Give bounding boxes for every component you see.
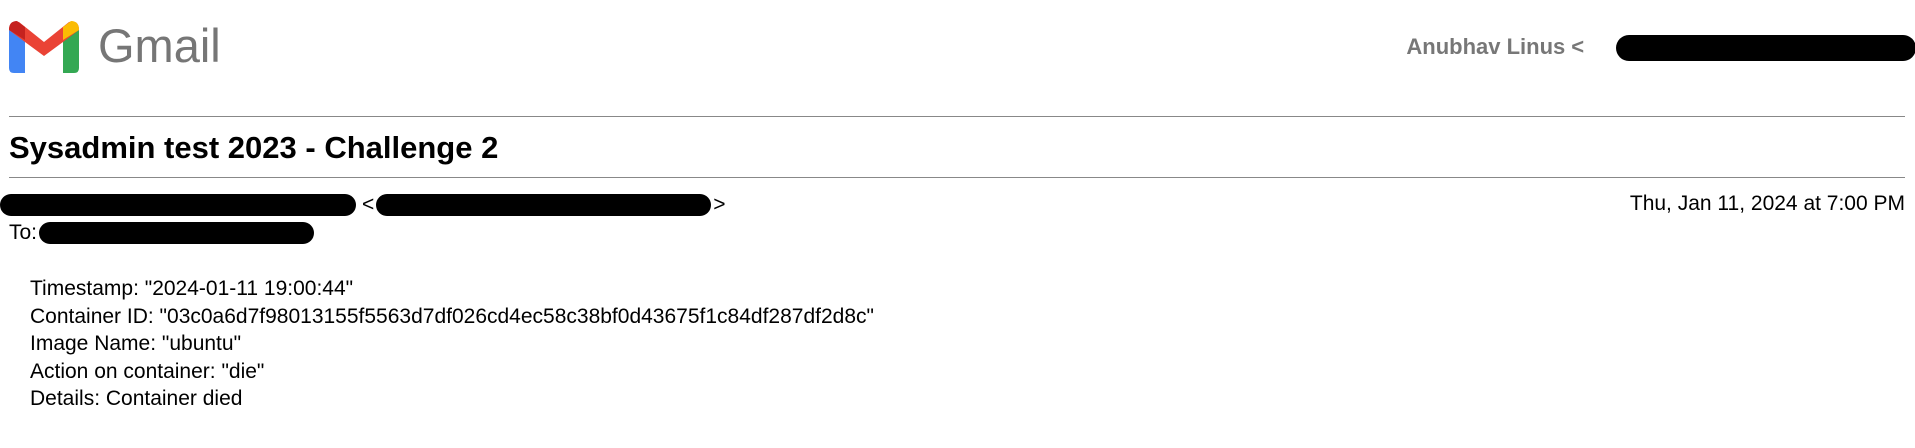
- sender-open-bracket: <: [362, 193, 375, 216]
- sender-close-bracket: >: [713, 193, 726, 216]
- body-line-image-name: Image Name: "ubuntu": [30, 332, 242, 355]
- subject-divider: [9, 177, 1905, 178]
- recipient-row: To:: [9, 220, 315, 246]
- message-body: Timestamp: "2024-01-11 19:00:44" Contain…: [30, 275, 874, 413]
- body-line-details: Details: Container died: [30, 387, 243, 410]
- account-name: Anubhav Linus: [1406, 34, 1566, 59]
- recipient-redaction: [39, 222, 315, 244]
- gmail-logo: Gmail: [9, 20, 221, 73]
- sender-name-redaction: [0, 194, 356, 216]
- header-divider: [9, 116, 1905, 117]
- body-line-container-id: Container ID: "03c0a6d7f98013155f5563d7d…: [30, 304, 874, 328]
- gmail-wordmark: Gmail: [98, 19, 221, 72]
- body-line-timestamp: Timestamp: "2024-01-11 19:00:44": [30, 277, 354, 300]
- sender-email-redaction: [376, 194, 712, 216]
- account-open-bracket: <: [1571, 34, 1585, 59]
- message-date: Thu, Jan 11, 2024 at 7:00 PM: [1629, 192, 1905, 215]
- sender-row: < >: [0, 192, 726, 218]
- account-email-redaction: [1616, 35, 1915, 61]
- to-label: To:: [9, 221, 38, 244]
- message-subject: Sysadmin test 2023 - Challenge 2: [9, 130, 499, 165]
- body-line-action: Action on container: "die": [30, 359, 265, 383]
- gmail-m-icon: [9, 21, 79, 73]
